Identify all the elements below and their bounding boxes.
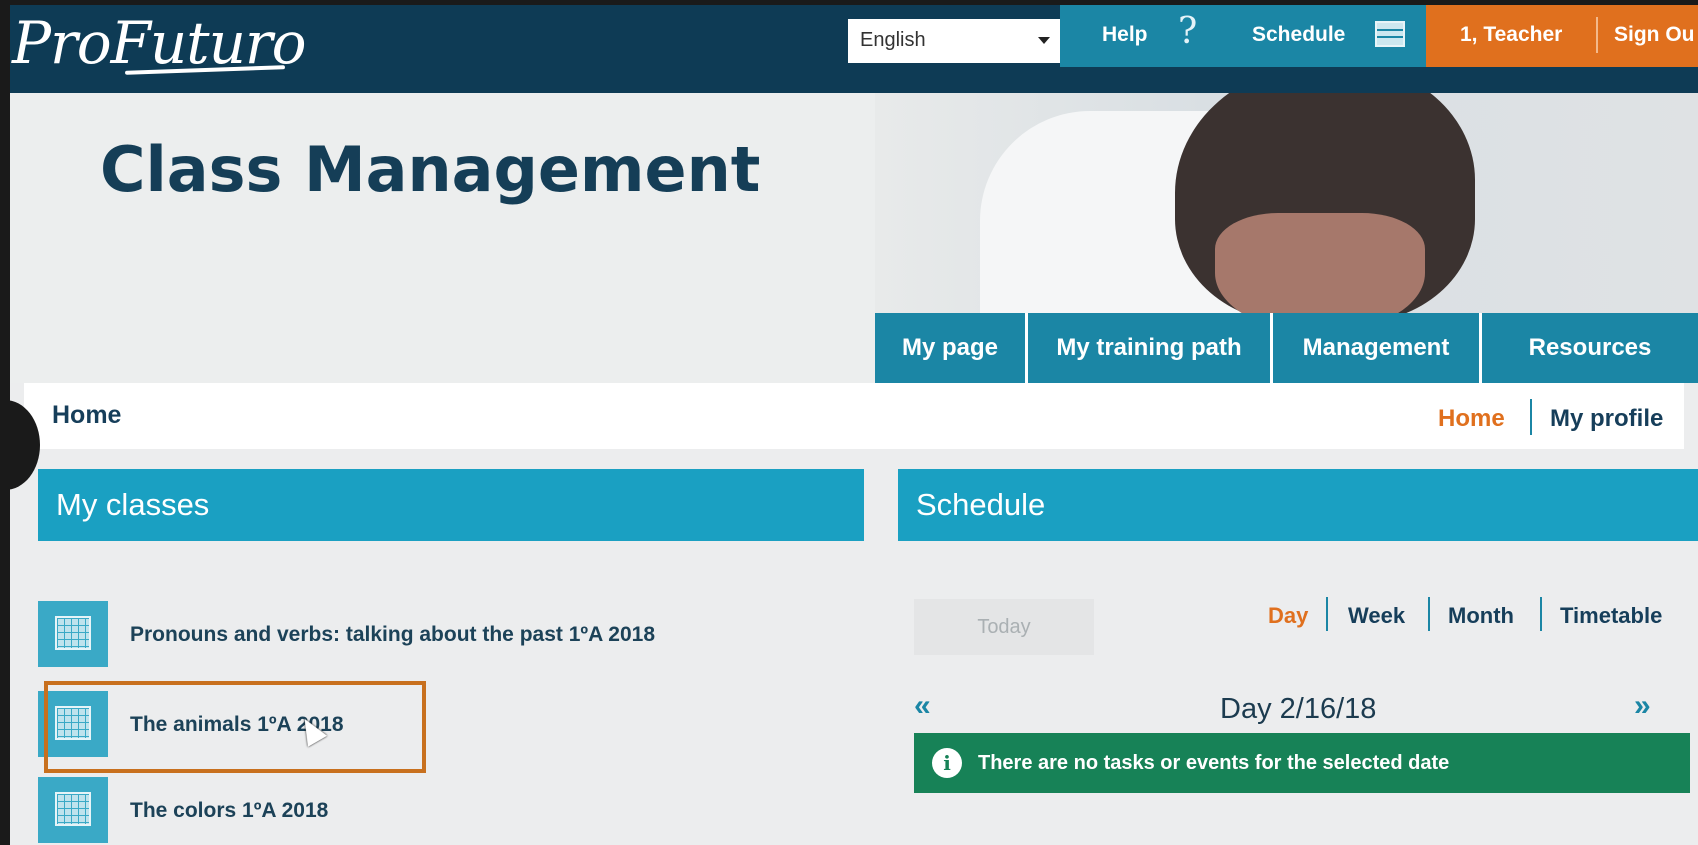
page-title: Class Management bbox=[100, 133, 761, 206]
caret-down-icon bbox=[1038, 37, 1050, 44]
main-nav: My page My training path Management Reso… bbox=[875, 313, 1698, 383]
previous-day-button[interactable]: « bbox=[914, 689, 931, 723]
question-icon[interactable]: ? bbox=[1178, 11, 1197, 52]
breadcrumb-separator bbox=[1530, 399, 1532, 435]
calendar-grid-icon bbox=[38, 601, 108, 667]
schedule-link[interactable]: Schedule bbox=[1252, 23, 1345, 47]
current-day-label: Day 2/16/18 bbox=[1220, 693, 1377, 725]
calendar-grid-icon bbox=[38, 777, 108, 843]
info-icon: i bbox=[932, 748, 962, 778]
app-frame: ProFuturo English Help ? Schedule 1, Tea… bbox=[10, 5, 1698, 845]
help-link[interactable]: Help bbox=[1102, 23, 1148, 47]
class-item[interactable]: The colors 1ºA 2018 bbox=[38, 777, 838, 845]
my-profile-link[interactable]: My profile bbox=[1550, 405, 1663, 433]
class-title[interactable]: Pronouns and verbs: talking about the pa… bbox=[130, 623, 655, 647]
today-button[interactable]: Today bbox=[914, 599, 1094, 655]
breadcrumb: Home Home My profile bbox=[24, 383, 1684, 449]
view-day[interactable]: Day bbox=[1268, 603, 1308, 629]
view-separator bbox=[1540, 597, 1542, 631]
calendar-icon[interactable] bbox=[1375, 21, 1405, 47]
language-select[interactable]: English bbox=[848, 19, 1060, 63]
tab-my-training-path[interactable]: My training path bbox=[1028, 313, 1273, 383]
view-separator bbox=[1428, 597, 1430, 631]
user-name[interactable]: 1, Teacher bbox=[1460, 23, 1562, 47]
no-events-alert: i There are no tasks or events for the s… bbox=[914, 733, 1690, 793]
my-classes-header: My classes bbox=[38, 469, 864, 541]
tab-resources[interactable]: Resources bbox=[1482, 313, 1698, 383]
view-separator bbox=[1326, 597, 1328, 631]
tab-management[interactable]: Management bbox=[1273, 313, 1482, 383]
breadcrumb-current: Home bbox=[52, 401, 122, 429]
user-separator bbox=[1596, 17, 1598, 53]
selection-highlight bbox=[44, 681, 426, 773]
class-title[interactable]: The colors 1ºA 2018 bbox=[130, 799, 328, 823]
no-events-message: There are no tasks or events for the sel… bbox=[978, 751, 1450, 774]
language-value: English bbox=[860, 29, 926, 51]
class-item[interactable]: Pronouns and verbs: talking about the pa… bbox=[38, 601, 838, 671]
tab-my-page[interactable]: My page bbox=[875, 313, 1028, 383]
home-link[interactable]: Home bbox=[1438, 405, 1505, 433]
view-timetable[interactable]: Timetable bbox=[1560, 603, 1662, 629]
schedule-header: Schedule bbox=[898, 469, 1698, 541]
sign-out-link[interactable]: Sign Ou bbox=[1614, 23, 1695, 47]
view-week[interactable]: Week bbox=[1348, 603, 1405, 629]
next-day-button[interactable]: » bbox=[1634, 689, 1651, 723]
view-month[interactable]: Month bbox=[1448, 603, 1514, 629]
top-bar: ProFuturo English Help ? Schedule 1, Tea… bbox=[10, 5, 1698, 93]
